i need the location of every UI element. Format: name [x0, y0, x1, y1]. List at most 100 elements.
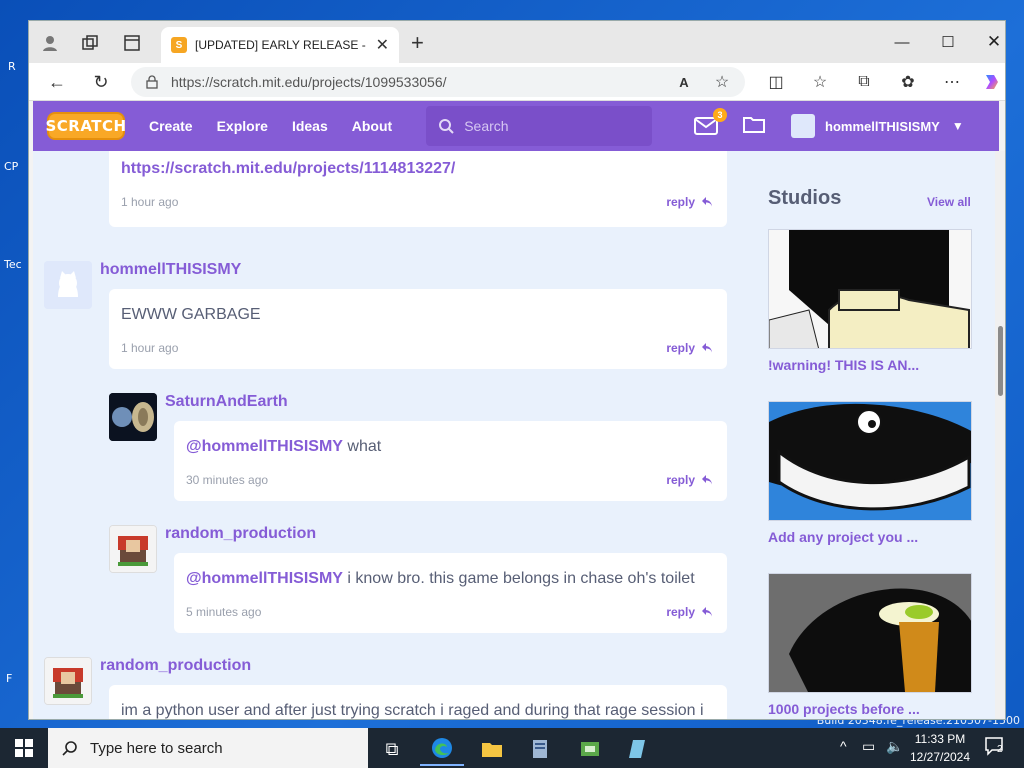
copilot-icon[interactable] [979, 70, 1005, 94]
nav-create[interactable]: Create [149, 118, 193, 134]
commenter-avatar[interactable] [44, 657, 92, 705]
lock-icon[interactable] [145, 75, 159, 89]
back-icon[interactable]: ← [43, 70, 71, 94]
desktop-icon-fragment[interactable]: F [6, 672, 12, 685]
scratch-search-input[interactable]: Search [426, 106, 653, 146]
commenter-avatar[interactable] [109, 393, 157, 441]
tab-scratch-project[interactable]: S [UPDATED] EARLY RELEASE - leaf ✕ [161, 27, 399, 63]
comment-time: 30 minutes ago [186, 473, 269, 487]
comment-text: im a python user and after just trying s… [121, 702, 704, 719]
user-avatar[interactable] [791, 114, 815, 138]
username-label[interactable]: hommellTHISISMY [825, 119, 940, 134]
desktop-icon-fragment[interactable]: R [8, 60, 16, 73]
page-scrollbar[interactable] [995, 151, 1005, 719]
task-view-icon[interactable]: ⧉ [370, 732, 414, 766]
clock-date: 12/27/2024 [909, 750, 971, 764]
collections-icon[interactable]: ⧉ [851, 70, 877, 94]
maximize-icon[interactable]: ☐ [925, 29, 971, 55]
windows-start-icon[interactable] [0, 728, 48, 768]
tray-chevron-up-icon[interactable]: ^ [840, 738, 847, 754]
mention-link[interactable]: @hommellTHISISMY [186, 438, 343, 455]
favorites-icon[interactable]: ☆ [807, 70, 833, 94]
scratch-logo[interactable]: SCRATCH [45, 112, 126, 140]
comment-author[interactable]: SaturnAndEarth [165, 393, 288, 411]
reply-label: reply [666, 605, 695, 619]
studio-thumbnail[interactable] [768, 401, 972, 521]
scratch-favicon-icon: S [171, 37, 187, 53]
address-bar: ← ↻ https://scratch.mit.edu/projects/109… [29, 63, 1005, 101]
studios-heading: Studios [768, 187, 842, 209]
taskbar-search-input[interactable]: Type here to search [48, 728, 368, 768]
url-field[interactable]: https://scratch.mit.edu/projects/1099533… [131, 67, 745, 97]
comment-author[interactable]: random_production [100, 657, 251, 675]
split-screen-icon[interactable]: ◫ [763, 70, 789, 94]
edge-browser-icon[interactable] [420, 732, 464, 766]
favorite-star-icon[interactable]: ☆ [709, 70, 735, 94]
desktop-icon-fragment[interactable]: CP [4, 160, 18, 173]
messages-icon[interactable]: 3 [693, 108, 727, 136]
search-icon [62, 741, 77, 756]
scrollbar-thumb[interactable] [998, 326, 1003, 396]
workspaces-icon[interactable] [77, 30, 103, 56]
reply-button[interactable]: reply [666, 473, 713, 487]
studios-view-all-link[interactable]: View all [927, 195, 971, 209]
comment-text: @hommellTHISISMY i know bro. this game b… [186, 567, 695, 591]
nav-ideas[interactable]: Ideas [292, 118, 328, 134]
nav-about[interactable]: About [352, 118, 392, 134]
message-count-badge: 3 [713, 108, 727, 122]
desktop-icon-fragment[interactable]: Tec [4, 258, 22, 271]
new-tab-icon[interactable]: + [411, 30, 424, 56]
profile-icon[interactable] [37, 30, 63, 56]
tab-actions-icon[interactable] [119, 30, 145, 56]
scratch-navbar: SCRATCH Create Explore Ideas About Searc… [33, 101, 999, 151]
comment-box: @hommellTHISISMY what 30 minutes ago rep… [174, 421, 727, 501]
comment-link[interactable]: https://scratch.mit.edu/projects/1114813… [121, 160, 455, 177]
studio-thumbnail[interactable] [768, 573, 972, 693]
reply-label: reply [666, 473, 695, 487]
comment-time: 1 hour ago [121, 195, 179, 209]
minimize-icon[interactable]: — [879, 29, 925, 55]
notification-count: 2 [997, 744, 1003, 755]
refresh-icon[interactable]: ↻ [87, 70, 115, 94]
reply-button[interactable]: reply [666, 341, 713, 355]
read-aloud-icon[interactable]: A [671, 70, 697, 94]
network-app-icon[interactable] [568, 732, 612, 766]
volume-muted-icon[interactable]: 🔈 [886, 738, 903, 755]
comment-time: 5 minutes ago [186, 605, 262, 619]
notepad-app-icon[interactable] [616, 732, 660, 766]
reply-button[interactable]: reply [666, 605, 713, 619]
commenter-avatar[interactable] [44, 261, 92, 309]
mention-link[interactable]: @hommellTHISISMY [186, 570, 343, 587]
reply-button[interactable]: reply [666, 195, 713, 209]
close-window-icon[interactable]: ✕ [971, 29, 1005, 55]
comment-box: https://scratch.mit.edu/projects/1114813… [109, 151, 727, 227]
chevron-down-icon[interactable]: ▼ [952, 119, 964, 133]
notification-center-icon[interactable]: 2 [984, 736, 1006, 759]
more-menu-icon[interactable]: ⋯ [939, 70, 965, 94]
comment-body: i know bro. this game belongs in chase o… [342, 570, 695, 587]
nav-explore[interactable]: Explore [217, 118, 268, 134]
commenter-avatar[interactable] [109, 525, 157, 573]
comment-box: @hommellTHISISMY i know bro. this game b… [174, 553, 727, 633]
comment-text: https://scratch.mit.edu/projects/1114813… [121, 157, 455, 181]
network-tray-icon[interactable]: ▭ [862, 738, 875, 755]
windows-taskbar: Type here to search ⧉ ^ ▭ 🔈 11:33 PM 12/… [0, 728, 1024, 768]
browser-window: S [UPDATED] EARLY RELEASE - leaf ✕ + — ☐… [28, 20, 1006, 720]
my-stuff-folder-icon[interactable] [743, 115, 765, 138]
taskbar-clock[interactable]: 11:33 PM 12/27/2024 [908, 730, 972, 766]
studio-name-link[interactable]: 1000 projects before ... [768, 701, 920, 717]
comment-box: EWWW GARBAGE 1 hour ago reply [109, 289, 727, 369]
comment-box: im a python user and after just trying s… [109, 685, 727, 719]
studio-thumbnail[interactable] [768, 229, 972, 349]
tab-close-icon[interactable]: ✕ [376, 35, 389, 55]
studio-name-link[interactable]: Add any project you ... [768, 529, 918, 545]
extensions-icon[interactable]: ✿ [895, 70, 921, 94]
file-explorer-icon[interactable] [470, 732, 514, 766]
search-icon [439, 119, 454, 134]
server-manager-icon[interactable] [518, 732, 562, 766]
tab-bar: S [UPDATED] EARLY RELEASE - leaf ✕ + — ☐… [29, 21, 1005, 63]
studio-name-link[interactable]: !warning! THIS IS AN... [768, 357, 919, 373]
tab-title: [UPDATED] EARLY RELEASE - leaf [195, 38, 368, 52]
comment-author[interactable]: random_production [165, 525, 316, 543]
comment-author[interactable]: hommellTHISISMY [100, 261, 241, 279]
